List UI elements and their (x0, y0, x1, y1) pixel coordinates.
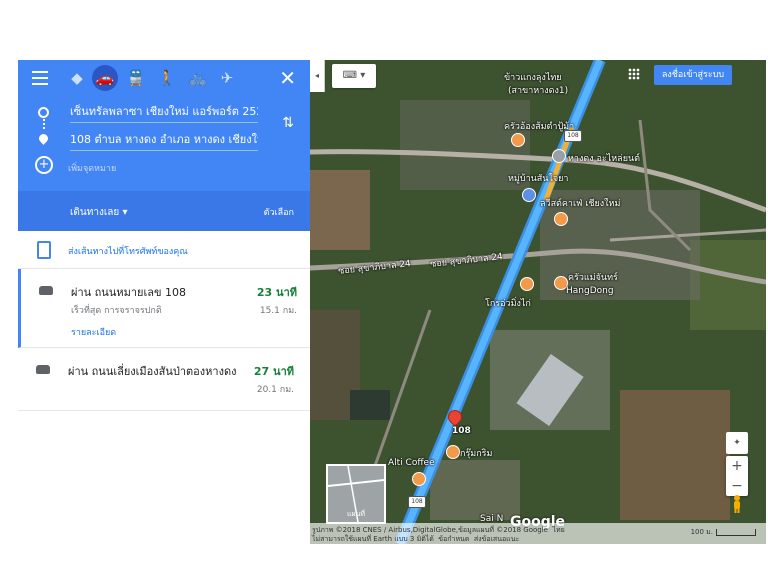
close-icon[interactable]: ✕ (279, 66, 296, 90)
send-to-phone-row[interactable]: ส่งเส้นทางไปที่โทรศัพท์ของคุณ (18, 231, 310, 269)
restaurant-poi-icon[interactable] (446, 445, 460, 459)
map-label: ข้าวแกงลุงไทย (504, 73, 562, 83)
destination-input[interactable]: 108 ตำบล หางดง อำเภอ หางดง เชียงใหม่ (70, 130, 258, 151)
map-label: หมู่บ้านสันใจยา (508, 174, 569, 184)
swap-icon[interactable]: ⇅ (282, 115, 294, 131)
zoom-in-button[interactable]: + (726, 456, 748, 476)
scale-line (716, 528, 756, 536)
earth-3d-notice: ไม่สามารถใช้แผนที่ Earth แบบ 3 มิติได้ (312, 535, 434, 543)
attribution-bar: รูปภาพ ©2018 CNES / Airbus,DigitalGlobe,… (310, 523, 766, 544)
apps-grid-icon[interactable] (628, 68, 640, 80)
terms-link[interactable]: ข้อกำหนด (438, 535, 469, 543)
phone-send-icon (37, 241, 51, 259)
map-label: หางดง อะไหล่ยนต์ (568, 154, 640, 164)
route-option-2[interactable]: ผ่าน ถนนเลี่ยงเมืองสันป่าตองหางดง 27 นาท… (18, 348, 310, 411)
route-subtitle: เร็วที่สุด การจราจรปกติ (71, 306, 162, 316)
leave-now-label: เดินทางเลย (70, 207, 120, 218)
send-to-phone-link[interactable]: ส่งเส้นทางไปที่โทรศัพท์ของคุณ (68, 244, 188, 258)
route-distance: 20.1 กม. (256, 385, 294, 395)
route-details-link[interactable]: รายละเอียด (71, 325, 116, 339)
restaurant-poi-icon[interactable] (511, 133, 525, 147)
chevron-down-icon: ▾ (360, 70, 366, 81)
map-label: Alti Coffee (388, 458, 435, 468)
map-label: HangDong (566, 286, 614, 296)
cafe-poi-icon[interactable] (554, 212, 568, 226)
car-icon (39, 286, 53, 295)
feedback-link[interactable]: ส่งข้อเสนอแนะ (474, 535, 519, 543)
road-shield: 108 (564, 130, 582, 142)
origin-icon (38, 107, 49, 118)
input-tools-button[interactable]: ⌨ ▾ (332, 64, 376, 88)
destination-label: 108 (452, 426, 471, 436)
road-shield: 108 (408, 496, 426, 508)
zoom-out-button[interactable]: − (726, 476, 748, 496)
attribution-links: ไม่สามารถใช้แผนที่ Earth แบบ 3 มิติได้ ข… (312, 534, 519, 544)
route-distance: 15.1 กม. (259, 306, 297, 316)
destination-pin-icon (37, 132, 50, 145)
bicycle-mode-icon[interactable]: 🚲 (185, 65, 211, 91)
scale-label: 100 ม. (690, 528, 713, 536)
route-dots-icon (43, 119, 47, 129)
cafe-poi-icon[interactable] (412, 472, 426, 486)
directions-header: ◆ 🚗 🚆 🚶 🚲 ✈ ✕ เซ็นทรัลพลาซา เชียงใหม่ แอ… (18, 60, 310, 231)
store-poi-icon[interactable] (552, 149, 566, 163)
maps-app: ◆ 🚗 🚆 🚶 🚲 ✈ ✕ เซ็นทรัลพลาซา เชียงใหม่ แอ… (18, 60, 766, 544)
map-label: กรุ๊มกริม (460, 449, 493, 459)
transit-mode-icon[interactable]: 🚆 (123, 65, 149, 91)
map-layer-toggle[interactable]: แผนที่ (326, 464, 386, 524)
map-label: ลวีสต์คาเฟ่ เชียงใหม่ (540, 199, 621, 209)
drive-mode-icon[interactable]: 🚗 (92, 65, 118, 91)
route-time: 27 นาที (253, 365, 294, 378)
directions-panel: ◆ 🚗 🚆 🚶 🚲 ✈ ✕ เซ็นทรัลพลาซา เชียงใหม่ แอ… (18, 60, 313, 544)
sign-in-button[interactable]: ลงชื่อเข้าสู่ระบบ (654, 65, 732, 85)
walk-mode-icon[interactable]: 🚶 (154, 65, 180, 91)
origin-input[interactable]: เซ็นทรัลพลาซา เชียงใหม่ แอร์พอร์ต 252-2 (70, 102, 258, 123)
options-bar: เดินทางเลย ▾ ตัวเลือก (18, 191, 310, 231)
route-title: ผ่าน ถนนเลี่ยงเมืองสันป่าตองหางดง (68, 365, 237, 378)
pegman-icon[interactable] (730, 494, 744, 514)
collapse-panel-button[interactable]: ◂ (310, 60, 325, 92)
country-link[interactable]: ไทย (552, 526, 564, 534)
scale-bar[interactable]: 100 ม. (691, 527, 756, 538)
map-label: โกรอ่วมิ่งไก่ (485, 299, 531, 309)
compass-icon[interactable]: ✦ (726, 432, 748, 454)
imagery-credit: รูปภาพ ©2018 CNES / Airbus,DigitalGlobe,… (312, 526, 548, 534)
minimap-label: แผนที่ (346, 510, 365, 518)
keyboard-icon: ⌨ (342, 70, 358, 81)
chevron-down-icon: ▾ (122, 207, 128, 218)
map-label: ครัวแม่จันทร์ (568, 273, 618, 283)
satellite-map[interactable]: ◂ ⌨ ▾ ลงชื่อเข้าสู่ระบบ ข้าวแกงลุงไทย (ส… (310, 60, 766, 544)
menu-icon[interactable] (32, 71, 48, 85)
route-option-1[interactable]: ผ่าน ถนนหมายเลข 108 เร็วที่สุด การจราจรป… (18, 269, 313, 348)
leave-now-dropdown[interactable]: เดินทางเลย ▾ (70, 205, 127, 220)
car-icon (36, 365, 50, 374)
shop-poi-icon[interactable] (522, 188, 536, 202)
options-button[interactable]: ตัวเลือก (264, 205, 294, 219)
route-title: ผ่าน ถนนหมายเลข 108 (71, 286, 186, 299)
restaurant-poi-icon[interactable] (520, 277, 534, 291)
route-time: 23 นาที (256, 286, 297, 299)
zoom-controls: + − (726, 456, 748, 496)
add-destination-icon[interactable]: + (35, 156, 53, 174)
best-route-mode-icon[interactable]: ◆ (64, 65, 90, 91)
travel-mode-bar: ◆ 🚗 🚆 🚶 🚲 ✈ ✕ (18, 60, 310, 98)
add-destination-button[interactable]: เพิ่มจุดหมาย (68, 161, 116, 175)
flight-mode-icon[interactable]: ✈ (214, 65, 240, 91)
map-label: (สาขาหางดง1) (508, 86, 569, 96)
